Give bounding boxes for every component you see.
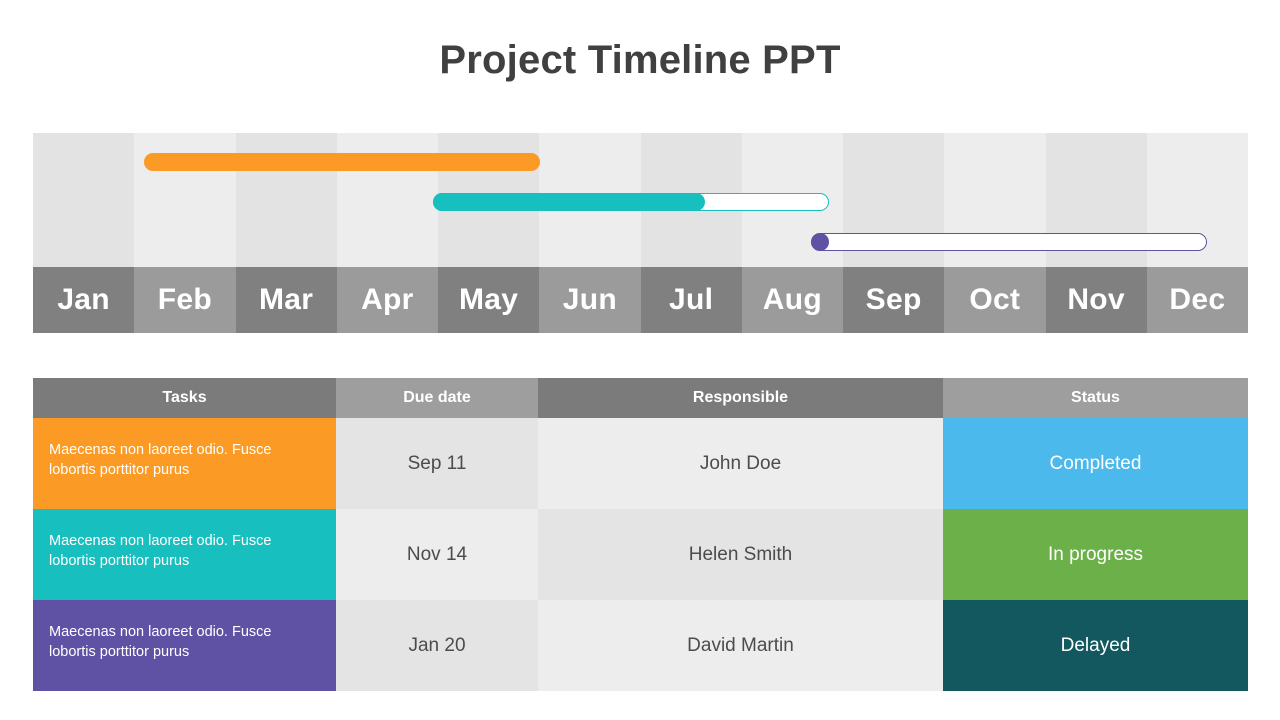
responsible-cell: John Doe: [538, 418, 943, 509]
table-row: Maecenas non laoreet odio. Fusce loborti…: [33, 418, 1248, 509]
gantt-month-axis: Jan Feb Mar Apr May Jun Jul Aug Sep Oct Nov Dec: [33, 267, 1248, 333]
page-title: Project Timeline PPT: [439, 38, 841, 82]
table-header-row: Tasks Due date Responsible Status: [33, 378, 1248, 418]
month-label-jan: Jan: [33, 267, 135, 333]
month-label-oct: Oct: [944, 267, 1046, 333]
gantt-grid-column-jan: [33, 133, 135, 267]
table-row: Maecenas non laoreet odio. Fusce loborti…: [33, 600, 1248, 691]
due-date-cell: Nov 14: [336, 509, 538, 600]
month-label-aug: Aug: [741, 267, 843, 333]
table-row: Maecenas non laoreet odio. Fusce loborti…: [33, 509, 1248, 600]
due-date-cell: Sep 11: [336, 418, 538, 509]
table-header-responsible[interactable]: Responsible: [538, 378, 943, 418]
task-3-bar-track[interactable]: [811, 233, 1207, 251]
month-label-sep: Sep: [843, 267, 945, 333]
task-3-bar-fill[interactable]: [811, 233, 829, 251]
slide: Project Timeline PPT Jan Feb Mar Apr May Jun J…: [0, 0, 1280, 720]
task-2-bar-fill[interactable]: [433, 193, 705, 211]
task-table: Tasks Due date Responsible Status Maecenas …: [33, 378, 1248, 691]
due-date-cell: Jan 20: [336, 600, 538, 691]
month-label-mar: Mar: [235, 267, 337, 333]
table-header-status[interactable]: Status: [943, 378, 1248, 418]
table-body: Maecenas non laoreet odio. Fusce loborti…: [33, 418, 1248, 691]
month-label-apr: Apr: [336, 267, 438, 333]
task-cell[interactable]: Maecenas non laoreet odio. Fusce loborti…: [33, 509, 336, 600]
month-label-feb: Feb: [134, 267, 236, 333]
task-cell[interactable]: Maecenas non laoreet odio. Fusce loborti…: [33, 600, 336, 691]
month-label-jun: Jun: [539, 267, 641, 333]
status-badge[interactable]: Completed: [943, 418, 1248, 509]
responsible-cell: Helen Smith: [538, 509, 943, 600]
month-label-may: May: [438, 267, 540, 333]
task-cell[interactable]: Maecenas non laoreet odio. Fusce loborti…: [33, 418, 336, 509]
responsible-cell: David Martin: [538, 600, 943, 691]
month-label-dec: Dec: [1146, 267, 1248, 333]
gantt-chart: Jan Feb Mar Apr May Jun Jul Aug Sep Oct Nov Dec: [33, 133, 1248, 333]
table-header-tasks[interactable]: Tasks: [33, 378, 336, 418]
month-label-nov: Nov: [1045, 267, 1147, 333]
task-1-bar-fill[interactable]: [144, 153, 540, 171]
status-badge[interactable]: In progress: [943, 509, 1248, 600]
month-label-jul: Jul: [640, 267, 742, 333]
status-badge[interactable]: Delayed: [943, 600, 1248, 691]
table-header-due-date[interactable]: Due date: [336, 378, 538, 418]
